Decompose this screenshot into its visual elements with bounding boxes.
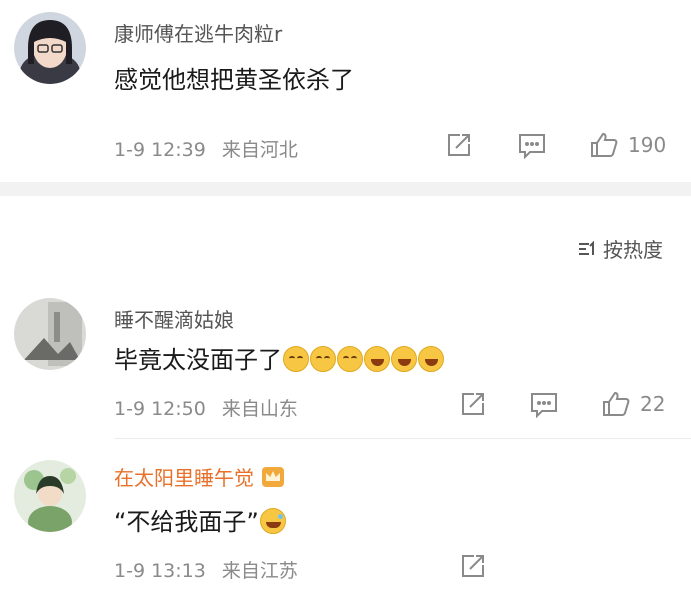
avatar[interactable] [14,460,86,532]
emoji-cry [310,346,336,372]
like-icon [591,132,618,157]
comment-meta: 1-9 12:39 来自河北 [114,135,298,162]
comment-text: 感觉他想把黄圣依杀了 [114,66,354,94]
avatar[interactable] [14,12,86,84]
sort-label: 按热度 [603,238,663,262]
like-count: 190 [628,133,667,157]
comment-item: 康师傅在逃牛肉粒r 感觉他想把黄圣依杀了 1-9 12:39 来自河北 190 [0,0,691,182]
share-icon [462,393,484,415]
comment-item: 在太阳里睡午觉 “不给我面子” 1-9 13:13 来自江苏 [0,450,691,592]
avatar[interactable] [14,298,86,370]
share-icon [462,555,484,577]
comment-text-content: “不给我面子” [114,508,259,536]
comment-button[interactable] [518,133,546,159]
share-button[interactable] [460,553,486,579]
username[interactable]: 在太阳里睡午觉 [114,462,284,491]
comment-time: 1-9 12:39 [114,139,206,161]
vip-crown-badge [262,467,284,487]
comment-button[interactable] [530,392,558,418]
comment-icon [531,393,557,418]
share-icon [448,134,470,156]
emoji-cry [283,346,309,372]
username[interactable]: 康师傅在逃牛肉粒r [114,18,282,47]
emoji-laugh [391,346,417,372]
comment-item: 睡不醒滴姑娘 毕竟太没面子了 1-9 12:50 来自山东 22 [0,290,691,430]
comment-meta: 1-9 13:13 来自江苏 [114,556,298,583]
like-button[interactable]: 22 [602,391,665,417]
emoji-laugh [418,346,444,372]
comment-meta: 1-9 12:50 来自山东 [114,394,298,421]
share-button[interactable] [446,132,472,158]
emoji-cry [337,346,363,372]
emoji-laugh [364,346,390,372]
comment-text: 毕竟太没面子了 [114,340,444,375]
section-divider [0,182,691,196]
like-icon [603,391,630,416]
sort-toggle[interactable]: 按热度 [577,234,663,263]
share-button[interactable] [460,391,486,417]
comment-time: 1-9 13:13 [114,560,206,582]
emoji-lol [259,508,286,534]
username[interactable]: 睡不醒滴姑娘 [114,304,234,333]
comment-separator [114,438,691,439]
like-button[interactable]: 190 [590,132,666,158]
sort-icon [579,240,594,255]
comment-time: 1-9 12:50 [114,398,206,420]
comment-location: 来自江苏 [221,560,298,582]
username-text: 在太阳里睡午觉 [114,466,254,490]
comment-icon [519,134,545,159]
like-count: 22 [640,392,666,416]
comment-text-content: 毕竟太没面子了 [114,346,282,374]
comment-location: 来自河北 [221,139,298,161]
comment-location: 来自山东 [221,398,298,420]
comment-text: “不给我面子” [114,502,286,537]
